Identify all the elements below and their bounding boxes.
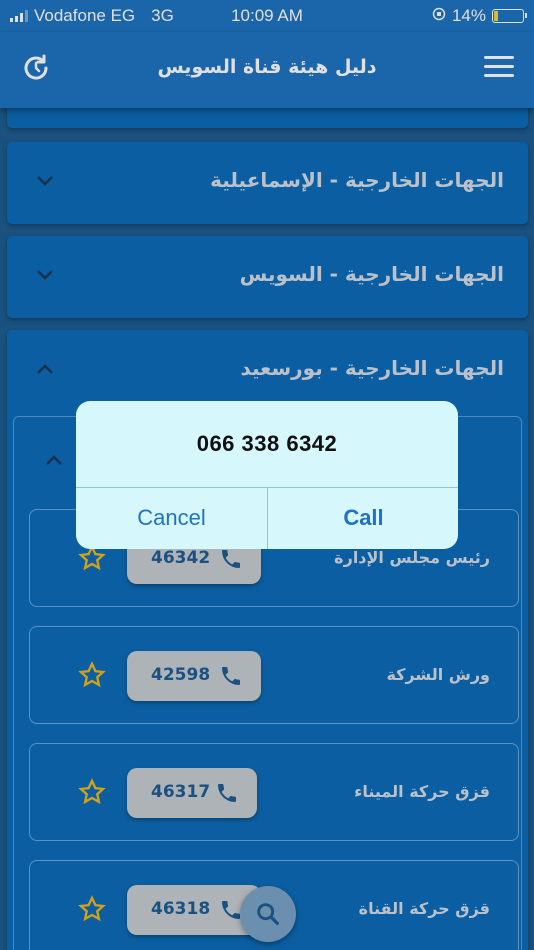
extension-number: 46342	[151, 548, 211, 568]
page-title: دليل هيئة قناة السويس	[157, 56, 377, 78]
section-ismailia[interactable]: الجهات الخارجية - الإسماعيلية	[7, 142, 528, 224]
section-label: الجهات الخارجية - السويس	[239, 262, 504, 286]
battery-percent: 14%	[451, 6, 486, 25]
phone-icon	[222, 550, 240, 568]
contact-row: 46317 قزق حركة الميناء	[29, 743, 519, 841]
contact-row: 42598 ورش الشركة	[29, 626, 519, 724]
extension-number: 42598	[151, 665, 211, 685]
dialog-phone-number: 066 338 6342	[196, 431, 338, 456]
orientation-lock-icon	[432, 6, 446, 26]
contact-name: ورش الشركة	[386, 665, 490, 684]
phone-icon	[218, 784, 236, 802]
phone-icon	[222, 667, 240, 685]
contact-name: قزق حركة الميناء	[354, 782, 490, 801]
section-label: الجهات الخارجية - بورسعيد	[240, 356, 504, 380]
call-confirm-button[interactable]: Call	[268, 487, 458, 549]
star-icon[interactable]	[78, 661, 106, 689]
battery-fill	[494, 11, 498, 21]
section-suez[interactable]: الجهات الخارجية - السويس	[7, 236, 528, 318]
hamburger-menu-icon[interactable]	[484, 56, 514, 82]
extension-number: 46318	[151, 899, 211, 919]
contact-name: رئيس مجلس الإدارة	[334, 548, 490, 567]
star-icon[interactable]	[78, 895, 106, 923]
battery-icon	[492, 9, 527, 23]
chevron-up-icon	[37, 364, 53, 374]
search-icon	[257, 903, 279, 925]
app-bar: دليل هيئة قناة السويس	[0, 32, 534, 108]
chevron-up-icon[interactable]	[44, 453, 64, 467]
search-fab[interactable]	[240, 886, 296, 942]
chevron-down-icon	[37, 176, 53, 186]
chevron-down-icon	[37, 270, 53, 280]
cancel-button[interactable]: Cancel	[76, 487, 267, 549]
status-right: 14%	[432, 6, 527, 26]
star-icon[interactable]	[78, 778, 106, 806]
extension-number: 46317	[151, 782, 211, 802]
contact-name: قزق حركة القناة	[358, 899, 490, 918]
status-bar: Vodafone EG 3G 10:09 AM 14%	[0, 0, 534, 32]
call-button[interactable]: 46317	[127, 768, 257, 818]
section-label: الجهات الخارجية - الإسماعيلية	[210, 168, 504, 192]
collapsed-section-card[interactable]	[7, 108, 528, 128]
call-button[interactable]: 42598	[127, 651, 261, 701]
call-dialog: 066 338 6342 Cancel Call	[76, 401, 458, 549]
